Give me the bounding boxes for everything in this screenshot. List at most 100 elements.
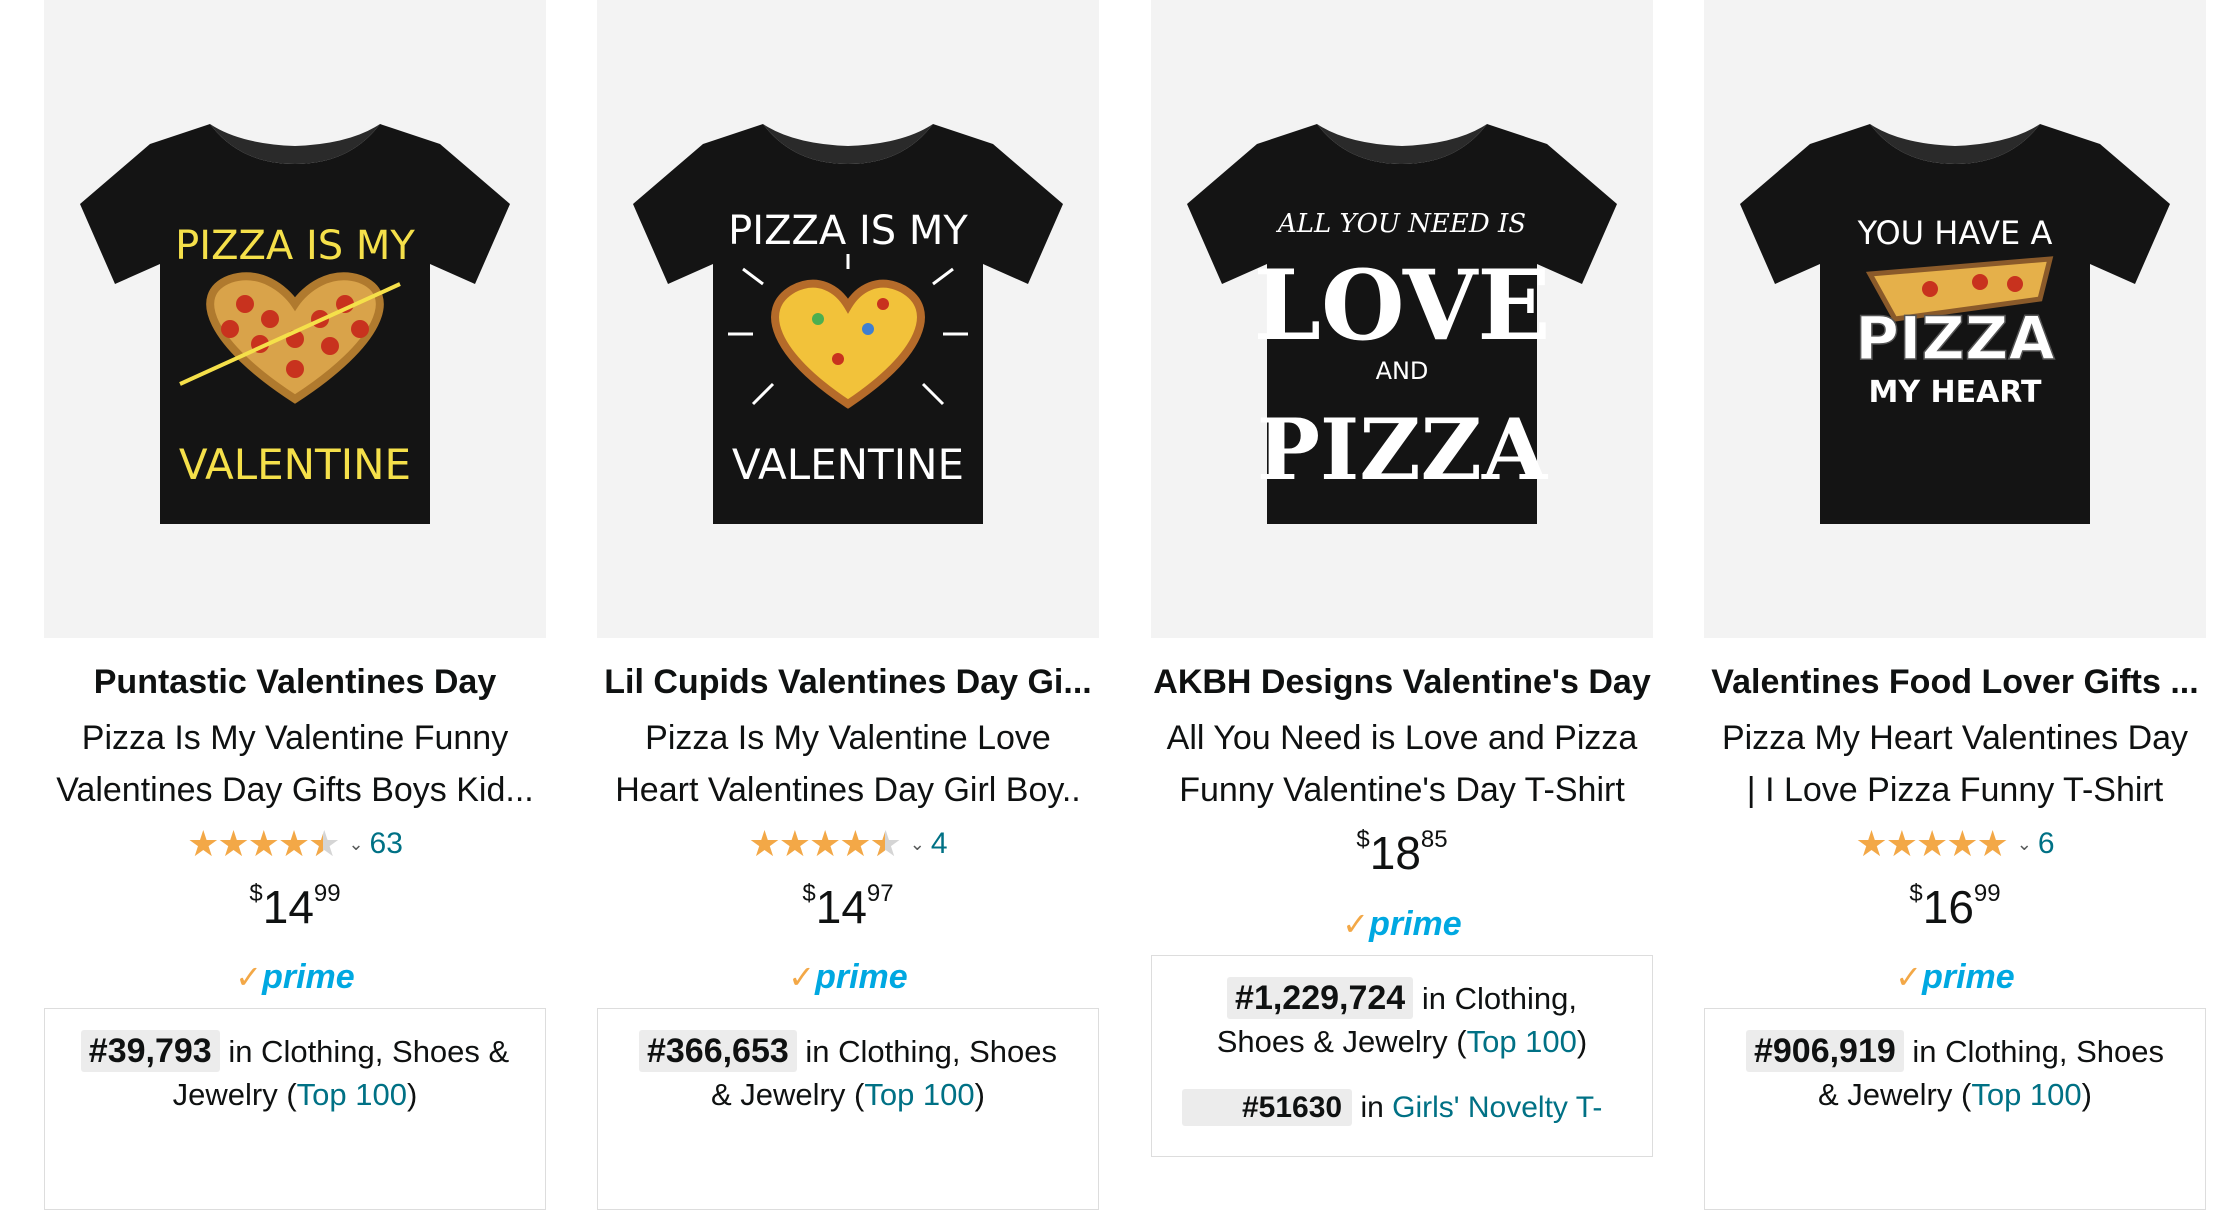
- price-symbol: $: [1909, 880, 1923, 907]
- best-sellers-rank-box: #1,229,724 in Clothing, Shoes & Jewelry …: [1151, 955, 1653, 1157]
- price-fraction: 99: [313, 880, 341, 907]
- shirt-text-top: YOU HAVE A: [1857, 214, 2053, 252]
- prime-check-icon: ✓: [1895, 959, 1923, 995]
- rank-category: in Clothing,: [1421, 981, 1577, 1016]
- prime-check-icon: ✓: [235, 959, 263, 995]
- rank-line: #1,229,724 in Clothing,: [1152, 976, 1652, 1021]
- product-title-line[interactable]: Pizza Is My Valentine Love: [575, 712, 1121, 764]
- sub-rank-category-link[interactable]: Girls' Novelty T-: [1392, 1091, 1602, 1124]
- prime-label: prime: [262, 958, 355, 996]
- product-title-line[interactable]: Pizza Is My Valentine Funny: [22, 712, 568, 764]
- top-100-link[interactable]: Top 100: [864, 1077, 974, 1112]
- prime-badge: ✓prime: [1151, 902, 1653, 946]
- chevron-down-icon[interactable]: ⌄: [348, 834, 363, 855]
- shirt-text-top: PIZZA IS MY: [728, 208, 968, 254]
- product-image[interactable]: PIZZA IS MY VALENTINE: [44, 0, 546, 638]
- product-brand[interactable]: Puntastic Valentines Day: [22, 656, 568, 708]
- top-100-link[interactable]: Top 100: [297, 1077, 407, 1112]
- tshirt-image: PIZZA IS MY VALENTINE: [633, 124, 1063, 524]
- shirt-text-pizza: PIZZA: [1257, 400, 1549, 499]
- rank-category: in Clothing, Shoes: [1912, 1034, 2165, 1069]
- product-brand[interactable]: Valentines Food Lover Gifts ...: [1682, 656, 2228, 708]
- rating-row[interactable]: ★★★★★ ⌄ 6: [1704, 826, 2206, 862]
- rating-row[interactable]: ★★★★★★ ⌄ 63: [44, 826, 546, 862]
- shirt-text-top: PIZZA IS MY: [175, 223, 415, 269]
- shirt-text-and: AND: [1376, 357, 1429, 385]
- product-card[interactable]: PIZZA IS MY VALENTINE Lil Cupids Valenti…: [597, 0, 1099, 1210]
- product-title[interactable]: Pizza My Heart Valentines Day | I Love P…: [1682, 712, 2228, 816]
- prime-badge: ✓prime: [44, 955, 546, 999]
- rank-number: #39,793: [80, 1030, 220, 1072]
- product-grid: PIZZA IS MY VALENTINE Puntastic Valentin…: [0, 0, 2234, 1210]
- chevron-down-icon[interactable]: ⌄: [2017, 834, 2032, 855]
- prime-check-icon: ✓: [1342, 906, 1370, 942]
- shirt-text-bottom: VALENTINE: [732, 440, 964, 489]
- rank-close: ): [407, 1077, 418, 1112]
- sub-rank-in: in: [1360, 1091, 1384, 1124]
- rank-close: ): [2081, 1077, 2092, 1112]
- product-title-line[interactable]: Funny Valentine's Day T-Shirt: [1129, 764, 1675, 816]
- price-whole: 18: [1369, 827, 1421, 879]
- rank-line: #39,793 in Clothing, Shoes &: [45, 1029, 545, 1074]
- price-symbol: $: [802, 880, 816, 907]
- shirt-text-heart: MY HEART: [1868, 375, 2042, 410]
- best-sellers-rank-box: #39,793 in Clothing, Shoes & Jewelry (To…: [44, 1008, 546, 1210]
- rank-category-cont: Shoes & Jewelry (: [1216, 1024, 1467, 1059]
- rank-line: & Jewelry (Top 100): [1705, 1073, 2205, 1117]
- price: $1499: [44, 880, 546, 940]
- product-title-line[interactable]: Valentines Day Gifts Boys Kid...: [22, 764, 568, 816]
- review-count-link[interactable]: 63: [370, 827, 403, 861]
- price-fraction: 85: [1420, 826, 1448, 853]
- product-title-line[interactable]: Pizza My Heart Valentines Day: [1682, 712, 2228, 764]
- product-brand[interactable]: AKBH Designs Valentine's Day: [1129, 656, 1675, 708]
- price-fraction: 97: [866, 880, 894, 907]
- rank-category: in Clothing, Shoes: [805, 1034, 1058, 1069]
- tshirt-image: ALL YOU NEED IS LOVE AND PIZZA: [1187, 124, 1617, 524]
- price: $1885: [1151, 826, 1653, 886]
- shirt-text-bottom: VALENTINE: [179, 440, 411, 489]
- product-image[interactable]: ALL YOU NEED IS LOVE AND PIZZA: [1151, 0, 1653, 638]
- product-title[interactable]: Pizza Is My Valentine Funny Valentines D…: [22, 712, 568, 816]
- top-100-link[interactable]: Top 100: [1971, 1077, 2081, 1112]
- star-rating-icon[interactable]: ★★★★★: [1855, 826, 2008, 862]
- price-whole: 14: [262, 881, 314, 933]
- rank-line: #366,653 in Clothing, Shoes: [598, 1029, 1098, 1074]
- shirt-text-love: LOVE: [1253, 249, 1550, 362]
- shirt-text-top: ALL YOU NEED IS: [1276, 209, 1526, 239]
- price: $1699: [1704, 880, 2206, 940]
- sub-rank-number: #51630: [1182, 1089, 1353, 1126]
- review-count-link[interactable]: 6: [2038, 827, 2055, 861]
- product-title-line[interactable]: Heart Valentines Day Girl Boy..: [575, 764, 1121, 816]
- product-card[interactable]: YOU HAVE A PIZZA MY HEART Valentines Foo…: [1704, 0, 2206, 1210]
- product-card[interactable]: ALL YOU NEED IS LOVE AND PIZZA AKBH Desi…: [1151, 0, 1653, 1157]
- star-rating-icon[interactable]: ★★★★★★: [187, 826, 340, 862]
- review-count-link[interactable]: 4: [931, 827, 948, 861]
- product-brand[interactable]: Lil Cupids Valentines Day Gi...: [575, 656, 1121, 708]
- product-image[interactable]: PIZZA IS MY VALENTINE: [597, 0, 1099, 638]
- best-sellers-rank-box: #366,653 in Clothing, Shoes & Jewelry (T…: [597, 1008, 1099, 1210]
- product-title[interactable]: All You Need is Love and Pizza Funny Val…: [1129, 712, 1675, 816]
- product-title-line[interactable]: All You Need is Love and Pizza: [1129, 712, 1675, 764]
- price-whole: 16: [1922, 881, 1974, 933]
- price: $1497: [597, 880, 1099, 940]
- rank-number: #366,653: [638, 1030, 797, 1072]
- price-whole: 14: [815, 881, 867, 933]
- prime-label: prime: [1922, 958, 2015, 996]
- product-title[interactable]: Pizza Is My Valentine Love Heart Valenti…: [575, 712, 1121, 816]
- rank-number: #1,229,724: [1227, 977, 1414, 1019]
- star-rating-icon[interactable]: ★★★★★★: [748, 826, 901, 862]
- tshirt-image: YOU HAVE A PIZZA MY HEART: [1740, 124, 2170, 524]
- product-image[interactable]: YOU HAVE A PIZZA MY HEART: [1704, 0, 2206, 638]
- tshirt-image: PIZZA IS MY VALENTINE: [80, 124, 510, 524]
- rank-close: ): [974, 1077, 985, 1112]
- rank-line: & Jewelry (Top 100): [598, 1073, 1098, 1117]
- top-100-link[interactable]: Top 100: [1467, 1024, 1577, 1059]
- prime-badge: ✓prime: [597, 955, 1099, 999]
- product-card[interactable]: PIZZA IS MY VALENTINE Puntastic Valentin…: [44, 0, 546, 1210]
- rank-category: in Clothing, Shoes &: [228, 1034, 510, 1069]
- product-title-line[interactable]: | I Love Pizza Funny T-Shirt: [1682, 764, 2228, 816]
- rating-row[interactable]: ★★★★★★ ⌄ 4: [597, 826, 1099, 862]
- chevron-down-icon[interactable]: ⌄: [910, 834, 925, 855]
- rank-category-cont: Jewelry (: [172, 1077, 297, 1112]
- price-symbol: $: [1356, 826, 1370, 853]
